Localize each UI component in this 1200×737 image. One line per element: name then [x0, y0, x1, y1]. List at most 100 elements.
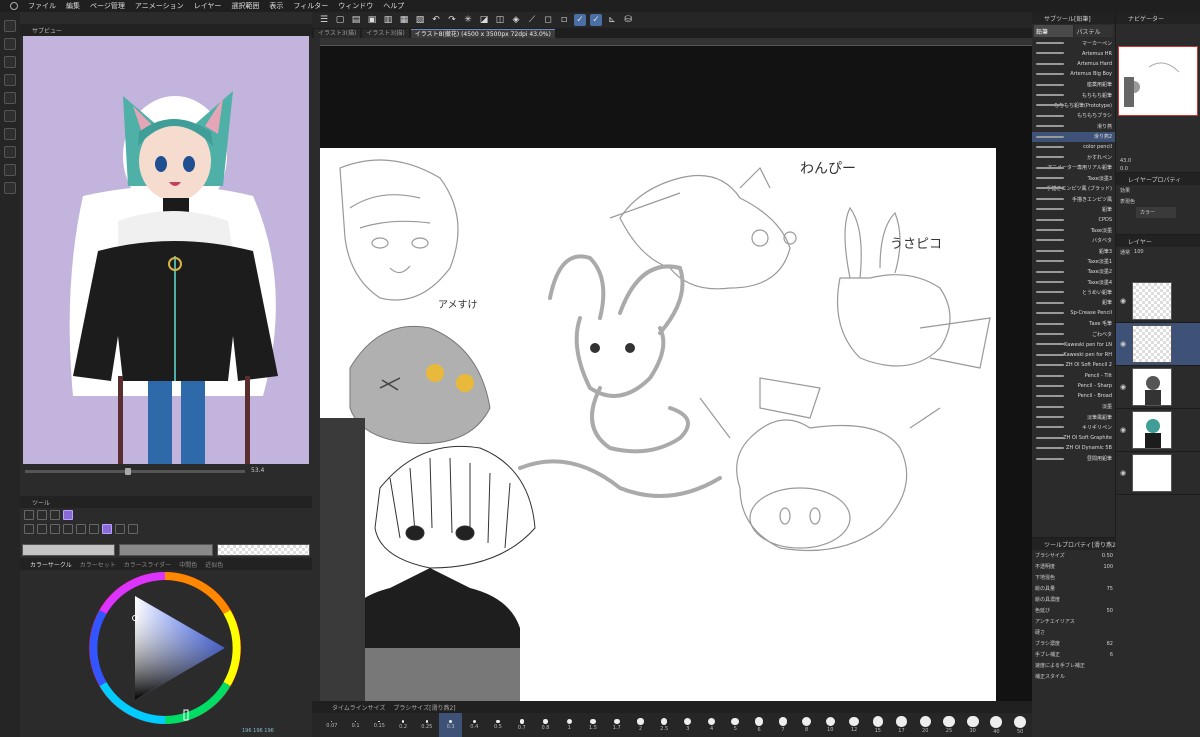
sub-color-swatch[interactable] — [119, 544, 213, 556]
menu-selection[interactable]: 選択範囲 — [231, 1, 259, 11]
layer-row[interactable]: ◉ — [1116, 409, 1200, 452]
snap2-icon[interactable]: ◻ — [542, 14, 554, 26]
canvas-area[interactable]: わんぴー うさピコ アメすけ — [320, 46, 1032, 701]
brush-item[interactable]: 滑り燕 — [1032, 121, 1115, 131]
transparent-swatch[interactable] — [216, 544, 310, 556]
menu-view[interactable]: 表示 — [269, 1, 283, 11]
brush-size-option[interactable]: 6 — [747, 713, 771, 737]
layer-row[interactable]: ◉ — [1116, 452, 1200, 495]
brush-item[interactable]: バタベタ — [1032, 235, 1115, 245]
brush-item[interactable]: Taxe淡墨 — [1032, 225, 1115, 235]
brush-item[interactable]: ごわベタ — [1032, 329, 1115, 339]
brush-size-option[interactable]: 0.8 — [534, 713, 558, 737]
brush-size-option[interactable]: 0.25 — [415, 713, 439, 737]
lasso-tool-icon[interactable] — [128, 524, 138, 534]
zoom-tool-icon[interactable] — [24, 510, 34, 520]
brush-item[interactable]: もちもちブラシ — [1032, 111, 1115, 121]
brush-item[interactable]: Artemus Big Boy — [1032, 69, 1115, 79]
new-file-icon[interactable] — [4, 20, 16, 32]
brush-size-option[interactable]: 2.5 — [652, 713, 676, 737]
layer-row[interactable]: ◉ — [1116, 366, 1200, 409]
tool-property-row[interactable]: 不透明度 100 — [1032, 561, 1116, 572]
fill-tool-icon[interactable] — [76, 524, 86, 534]
fill-icon[interactable]: ◫ — [494, 14, 506, 26]
eye-icon[interactable]: ◉ — [1120, 297, 1128, 305]
menu-icon[interactable]: ☰ — [318, 14, 330, 26]
settings-icon[interactable] — [4, 182, 16, 194]
pencil-tool-icon[interactable] — [37, 524, 47, 534]
menu-window[interactable]: ウィンドウ — [338, 1, 373, 11]
brush-size-option[interactable]: 2 — [629, 713, 653, 737]
brush-item[interactable]: 鉛筆3 — [1032, 246, 1115, 256]
tool-property-row[interactable]: 速度による手ブレ補正 — [1032, 660, 1116, 671]
layer-row-selected[interactable]: ◉ — [1116, 323, 1200, 366]
blend-tool-icon[interactable] — [102, 524, 112, 534]
brush-item[interactable]: とうめい鉛筆 — [1032, 287, 1115, 297]
brush-item[interactable]: ZH Ol Soft Graphite — [1032, 433, 1115, 443]
brush-size-option[interactable]: 1.7 — [605, 713, 629, 737]
tool-property-row[interactable]: 下地混色 — [1032, 572, 1116, 583]
blend-mode-select[interactable]: 通常 — [1120, 249, 1130, 256]
brush-size-option[interactable]: 8 — [795, 713, 819, 737]
tool-property-row[interactable]: 補正スタイル — [1032, 671, 1116, 682]
new-icon[interactable]: ▢ — [334, 14, 346, 26]
layer-row[interactable]: ◉ — [1116, 280, 1200, 323]
text-tool-icon[interactable] — [115, 524, 125, 534]
stamp-icon[interactable]: ⛁ — [622, 14, 634, 26]
tab-doc-2[interactable]: イラスト3(描) — [362, 28, 409, 38]
bucket-icon[interactable]: ◈ — [510, 14, 522, 26]
brush-item[interactable]: 淡墨 — [1032, 402, 1115, 412]
menu-help[interactable]: ヘルプ — [383, 1, 404, 11]
brush-size-option[interactable]: 1 — [557, 713, 581, 737]
menu-edit[interactable]: 編集 — [66, 1, 80, 11]
search-icon[interactable] — [4, 164, 16, 176]
undo-icon[interactable]: ↶ — [430, 14, 442, 26]
tool-property-row[interactable]: 絵の具量 75 — [1032, 583, 1116, 594]
brush-item[interactable]: 昼間用鉛筆 — [1032, 454, 1115, 464]
brush-item[interactable]: ZH Ol Dynamic 5B — [1032, 443, 1115, 453]
brush-size-option[interactable]: 17 — [890, 713, 914, 737]
brush-size-option[interactable]: 10 — [818, 713, 842, 737]
gradient-tool-icon[interactable] — [89, 524, 99, 534]
brush-item[interactable]: かすれペン — [1032, 152, 1115, 162]
tab-color-slider[interactable]: カラースライダー — [124, 560, 171, 569]
brush-size-option[interactable]: 7 — [771, 713, 795, 737]
brush-size-option[interactable]: 1.5 — [581, 713, 605, 737]
layer-color-select[interactable]: カラー — [1136, 207, 1176, 218]
open-file-icon[interactable] — [4, 38, 16, 50]
brush-item[interactable]: Pencil - Tilt — [1032, 371, 1115, 381]
tab-doc-1[interactable]: イラスト3(描) — [314, 28, 361, 38]
clear-icon[interactable]: ◪ — [478, 14, 490, 26]
brush-item[interactable]: 手描きエンピツ風 (ブラッド) — [1032, 183, 1115, 193]
tool-property-row[interactable]: ブラシ濃度 82 — [1032, 638, 1116, 649]
tool-property-row[interactable]: アンチエイリアス — [1032, 616, 1116, 627]
brush-item[interactable]: 座薬用鉛筆 — [1032, 80, 1115, 90]
move-tool-icon[interactable] — [37, 510, 47, 520]
save-icon[interactable]: ▣ — [366, 14, 378, 26]
menu-page[interactable]: ページ管理 — [90, 1, 125, 11]
brush-item[interactable]: もちもち鉛筆(Prototype) — [1032, 100, 1115, 110]
brush-item[interactable]: Sp-Crease Pencil — [1032, 308, 1115, 318]
brush-size-option[interactable]: 20 — [913, 713, 937, 737]
tab-color-set[interactable]: カラーセット — [80, 560, 116, 569]
brush-item[interactable]: 滑り燕2 — [1032, 131, 1115, 142]
tab-doc-active[interactable]: イラスト8(撤花) (4500 x 3500px 72dpi 43.0%) — [410, 28, 555, 38]
eye-icon[interactable]: ◉ — [1120, 383, 1128, 391]
brush-item[interactable]: もちもち鉛筆 — [1032, 90, 1115, 100]
export2-icon[interactable]: ▦ — [398, 14, 410, 26]
brush-item[interactable]: Taxe 毛筆 — [1032, 319, 1115, 329]
layer-icon[interactable] — [4, 110, 16, 122]
eye-icon[interactable]: ◉ — [1120, 426, 1128, 434]
brush-size-option[interactable]: 0.5 — [486, 713, 510, 737]
brush-item[interactable]: マーカーペン — [1032, 38, 1115, 48]
redo-icon[interactable] — [4, 92, 16, 104]
ruler-icon[interactable]: ✓ — [574, 14, 586, 26]
layer-opacity[interactable]: 100 — [1134, 249, 1144, 256]
brush-size-option[interactable]: 3 — [676, 713, 700, 737]
brush-item[interactable]: Pencil - Sharp — [1032, 381, 1115, 391]
brush-size-option[interactable]: 0.2 — [391, 713, 415, 737]
snap3-icon[interactable]: ◽ — [558, 14, 570, 26]
drawing-canvas[interactable]: わんぴー うさピコ アメすけ — [320, 148, 996, 701]
brush-item[interactable]: ZH Ol Soft Pencil 2 — [1032, 360, 1115, 370]
menu-layer[interactable]: レイヤー — [194, 1, 222, 11]
